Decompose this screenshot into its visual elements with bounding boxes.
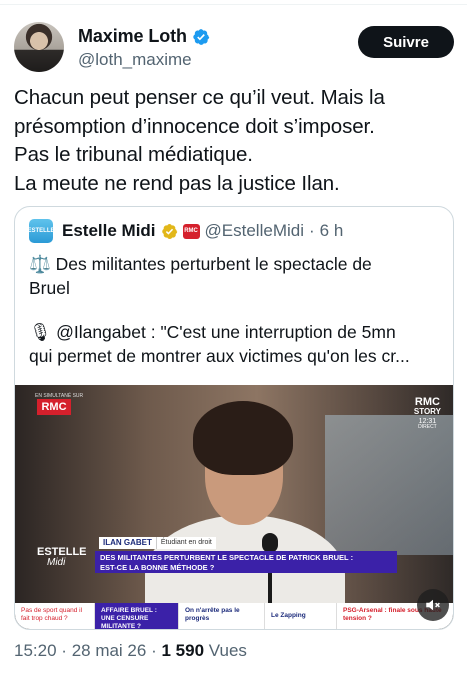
- mute-button[interactable]: [417, 589, 449, 621]
- ticker-item: Le Zapping: [265, 603, 337, 629]
- quoted-text-line: qui permet de montrer aux victimes qu'on…: [29, 345, 410, 366]
- meta-separator: ·: [61, 641, 67, 660]
- video-studio-window: [325, 415, 453, 555]
- microphone-icon: [262, 533, 278, 553]
- headline-line-1: DES MILITANTES PERTURBENT LE SPECTACLE D…: [100, 553, 354, 562]
- ticker-item: On n'arrête pas le progrès: [179, 603, 265, 629]
- quoted-text-gap: [29, 300, 444, 321]
- ticker-item: Pas de sport quand il fait trop chaud ?: [15, 603, 95, 629]
- author-names: Maxime Loth @loth_maxime: [78, 26, 210, 70]
- rmc-story-line-2: STORY: [413, 407, 441, 416]
- rmc-logo: RMC: [37, 399, 71, 415]
- show-logo-line-2: Midi: [47, 557, 66, 568]
- views-count: 1 590: [161, 641, 205, 660]
- verified-gold-badge-icon: [161, 223, 177, 239]
- quoted-author-avatar[interactable]: ESTELLE: [28, 219, 55, 243]
- tweet-text-line: Pas le tribunal médiatique.: [14, 143, 253, 166]
- quoted-tweet-header: ESTELLE Estelle Midi RMC @EstelleMidi · …: [28, 219, 344, 243]
- guest-hair: [193, 401, 293, 475]
- tweet-time[interactable]: 15:20: [14, 641, 57, 660]
- ticker-item: AFFAIRE BRUEL : UNE CENSURE MILITANTE ?: [95, 603, 179, 629]
- tweet-text-line: présomption d’innocence doit s’imposer.: [14, 114, 375, 138]
- guest-role: Étudiant en droit: [155, 537, 216, 549]
- tweet-text-line: Chacun peut penser ce qu’il veut. Mais l…: [14, 86, 385, 109]
- quoted-author-handle[interactable]: @EstelleMidi: [205, 221, 304, 241]
- top-divider: [0, 4, 467, 5]
- views-label: Vues: [208, 641, 247, 660]
- rmc-story-live: DIRECT: [418, 424, 437, 430]
- meta-separator: ·: [151, 641, 157, 660]
- show-logo: ESTELLE Midi: [37, 547, 87, 568]
- quoted-time-separator: ·: [308, 221, 315, 240]
- rmc-story-logo: RMC STORY 12:31 DIRECT: [414, 397, 441, 430]
- affiliate-rmc-badge: RMC: [182, 223, 200, 239]
- quoted-tweet-text: ⚖️ Des militantes perturbent le spectacl…: [29, 253, 444, 368]
- quoted-text-line: ⚖️ Des militantes perturbent le spectacl…: [29, 254, 372, 274]
- headline-line-2: EST-CE LA BONNE MÉTHODE ?: [100, 563, 215, 572]
- tweet-author-header: Maxime Loth @loth_maxime Suivre: [14, 22, 454, 74]
- speaker-muted-icon: [426, 599, 440, 611]
- quoted-author-name[interactable]: Estelle Midi: [62, 221, 156, 241]
- news-ticker: Pas de sport quand il fait trop chaud ? …: [15, 603, 453, 629]
- quoted-video-player[interactable]: EN SIMULTANÉ SUR RMC RMC STORY 12:31 DIR…: [15, 385, 453, 629]
- tweet-text: Chacun peut penser ce qu’il veut. Mais l…: [14, 84, 459, 198]
- guest-name-strap: ILAN GABET Étudiant en droit: [99, 537, 216, 549]
- quoted-tweet-card[interactable]: ESTELLE Estelle Midi RMC @EstelleMidi · …: [14, 206, 454, 630]
- follow-button[interactable]: Suivre: [358, 26, 454, 58]
- author-display-row: Maxime Loth: [78, 26, 210, 47]
- headline-strap: DES MILITANTES PERTURBENT LE SPECTACLE D…: [95, 551, 397, 573]
- verified-badge-icon: [193, 28, 210, 45]
- author-display-name[interactable]: Maxime Loth: [78, 26, 187, 47]
- quoted-tweet-time[interactable]: 6 h: [320, 221, 344, 241]
- author-handle[interactable]: @loth_maxime: [78, 50, 210, 70]
- author-avatar[interactable]: [14, 22, 64, 72]
- tweet-metadata: 15:20 · 28 mai 26 · 1 590 Vues: [14, 641, 247, 661]
- quoted-text-line: Bruel: [29, 277, 70, 298]
- tweet-text-line: La meute ne rend pas la justice Ilan.: [14, 171, 340, 195]
- tweet-date[interactable]: 28 mai 26: [72, 641, 147, 660]
- guest-name: ILAN GABET: [99, 537, 156, 549]
- quoted-text-line: 🎙 @Ilangabet : "C'est une interruption d…: [29, 322, 396, 342]
